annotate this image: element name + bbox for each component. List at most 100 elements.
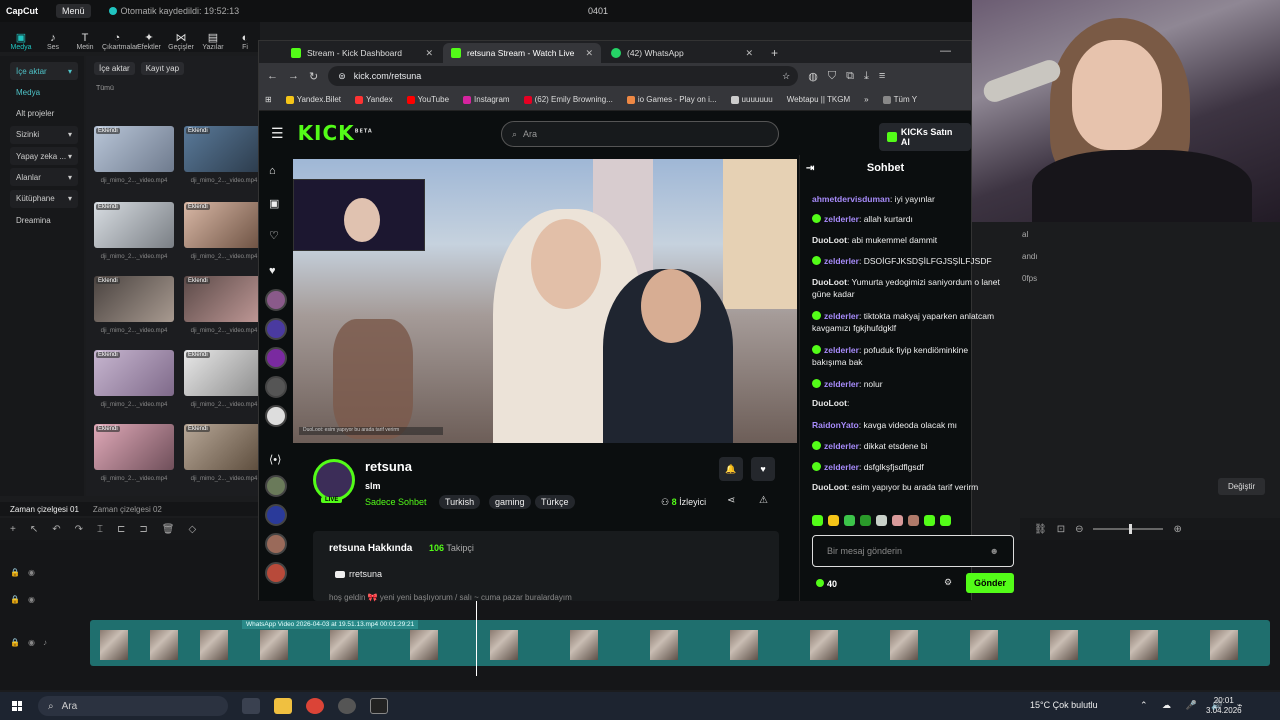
media-thumbnail[interactable]: Eklendi [184, 424, 264, 470]
chat-input[interactable]: Bir mesaj gönderin ☻ [812, 535, 1014, 567]
bookmark-item[interactable]: Yandex.Bilet [285, 95, 341, 104]
menu-icon[interactable]: ≡ [879, 70, 885, 82]
streamer-avatar[interactable] [313, 459, 355, 501]
recommended-channel-avatar[interactable] [265, 475, 287, 497]
media-thumbnail[interactable]: Eklendi [94, 350, 174, 396]
bookmark-item[interactable]: Yandex [355, 95, 393, 104]
tool-media[interactable]: ▣ Medya [6, 32, 36, 52]
apps-icon[interactable]: ⊞ [265, 95, 272, 104]
media-thumbnail[interactable]: Eklendi [94, 276, 174, 322]
undo-icon[interactable]: ↶ [52, 524, 60, 535]
bookmark-item[interactable]: io Games - Play on i... [626, 95, 717, 104]
eye-icon[interactable]: ◉ [28, 595, 35, 604]
capcut-icon[interactable] [370, 698, 388, 714]
emote-icon[interactable] [812, 515, 823, 526]
search-input[interactable]: ⌕ Ara [501, 121, 779, 147]
obs-icon[interactable] [338, 698, 356, 714]
sidebar-item-spaces[interactable]: Alanlar ▾ [10, 168, 78, 187]
following-icon[interactable]: ♡ [269, 229, 279, 242]
tab-timeline-02[interactable]: Zaman çizelgesi 02 [93, 505, 162, 514]
taskbar-search[interactable]: ⌕ Ara [38, 696, 228, 716]
zoom-in-icon[interactable]: ⊕ [1173, 524, 1181, 535]
recommended-channel-avatar[interactable] [265, 533, 287, 555]
split-left-icon[interactable]: ⊏ [117, 524, 125, 535]
chat-username[interactable]: zelderler [824, 311, 859, 321]
chat-username[interactable]: zelderler [824, 379, 859, 389]
tab-retsuna-stream[interactable]: retsuna Stream - Watch Live ✕ [443, 43, 601, 63]
media-thumbnail[interactable]: Eklendi [184, 276, 264, 322]
emote-icon[interactable] [860, 515, 871, 526]
chat-username[interactable]: ahmetdervisduman [812, 194, 890, 204]
collapse-chat-icon[interactable]: ⇥ [806, 163, 814, 174]
emote-icon[interactable] [876, 515, 887, 526]
send-button[interactable]: Gönder [966, 573, 1015, 593]
recommended-channel-avatar[interactable] [265, 562, 287, 584]
bookmark-item[interactable]: Instagram [463, 95, 510, 104]
delete-icon[interactable]: 🗑 [162, 524, 175, 535]
lock-icon[interactable]: 🔒 [10, 638, 20, 647]
buy-kicks-button[interactable]: KICKs Satın Al [879, 123, 971, 151]
browse-icon[interactable]: ▣ [269, 197, 279, 210]
bookmark-item[interactable]: (62) Emily Browning... [523, 95, 613, 104]
chat-username[interactable]: DuoLoot [812, 398, 847, 408]
playhead[interactable] [476, 596, 477, 676]
more-bookmarks-icon[interactable]: » [864, 95, 868, 104]
shield-icon[interactable]: ⛉ [828, 70, 836, 83]
close-icon[interactable]: ✕ [425, 48, 433, 59]
bookmark-item[interactable]: YouTube [406, 95, 449, 104]
chat-username[interactable]: DuoLoot [812, 277, 847, 287]
back-icon[interactable]: ← [267, 70, 278, 82]
sidebar-item-library[interactable]: Kütüphane ▾ [10, 189, 78, 208]
select-tool-icon[interactable]: ↖ [30, 524, 38, 535]
chrome-icon[interactable] [306, 698, 324, 714]
speaker-icon[interactable]: ♪ [43, 638, 47, 647]
bookmark-item[interactable]: uuuuuuu [730, 95, 773, 104]
split-icon[interactable]: ⌶ [97, 524, 103, 535]
tab-kick-dashboard[interactable]: Stream - Kick Dashboard ✕ [283, 43, 441, 63]
sidebar-item-import[interactable]: İçe aktar ▾ [10, 62, 78, 80]
chat-username[interactable]: zelderler [824, 441, 859, 451]
emote-icon[interactable] [892, 515, 903, 526]
followed-channel-avatar[interactable] [265, 405, 287, 427]
tool-effects[interactable]: ✦ Efektler [134, 32, 164, 52]
tool-filters[interactable]: ◐ Fi [230, 32, 260, 52]
share-icon[interactable]: ⋖ [727, 495, 735, 506]
followed-channel-avatar[interactable] [265, 376, 287, 398]
task-view-icon[interactable] [242, 698, 260, 714]
all-bookmarks[interactable]: Tüm Y [882, 95, 917, 104]
stream-tag[interactable]: Türkçe [535, 495, 575, 509]
emote-icon[interactable] [940, 515, 951, 526]
chat-username[interactable]: DuoLoot [812, 482, 847, 492]
kick-logo[interactable]: KICKBETA [298, 121, 373, 145]
hamburger-icon[interactable]: ☰ [271, 125, 284, 142]
followed-channel-avatar[interactable] [265, 318, 287, 340]
recommended-icon[interactable]: ⟨•⟩ [269, 453, 281, 466]
stream-tag[interactable]: Turkish [439, 495, 481, 509]
tool-transitions[interactable]: ⋈ Geçişler [166, 32, 196, 52]
media-thumbnail[interactable]: Eklendi [184, 202, 264, 248]
sidebar-item-dreamina[interactable]: Dreamina [10, 211, 78, 229]
puzzle-icon[interactable]: ⧉ [846, 70, 854, 83]
chat-username[interactable]: zelderler [824, 462, 859, 472]
url-field[interactable]: ⊜ kick.com/retsuna ☆ [328, 66, 799, 86]
stream-category[interactable]: Sadece Sohbet [365, 497, 427, 507]
chat-username[interactable]: zelderler [824, 214, 859, 224]
tool-text[interactable]: T Metin [70, 32, 100, 52]
chat-username[interactable]: zelderler [824, 345, 859, 355]
media-thumbnail[interactable]: Eklendi [94, 202, 174, 248]
tab-whatsapp[interactable]: (42) WhatsApp ✕ [603, 43, 761, 63]
fit-icon[interactable]: ⊡ [1057, 524, 1065, 535]
minimize-icon[interactable]: — [940, 45, 951, 57]
gear-icon[interactable]: ⚙ [944, 577, 952, 588]
file-explorer-icon[interactable] [274, 698, 292, 714]
lock-icon[interactable]: 🔒 [10, 595, 20, 604]
eye-icon[interactable]: ◉ [28, 568, 35, 577]
tool-stickers[interactable]: ◔ Çıkartmalar [102, 32, 138, 52]
heart-icon[interactable]: ♥ [269, 265, 276, 277]
chat-username[interactable]: RaidonYato [812, 420, 859, 430]
windows-start-icon[interactable] [12, 701, 22, 711]
stream-tag[interactable]: gaming [489, 495, 531, 509]
followed-channel-avatar[interactable] [265, 347, 287, 369]
site-info-icon[interactable]: ⊜ [338, 71, 346, 82]
youtube-link[interactable]: rretsuna [335, 569, 382, 579]
